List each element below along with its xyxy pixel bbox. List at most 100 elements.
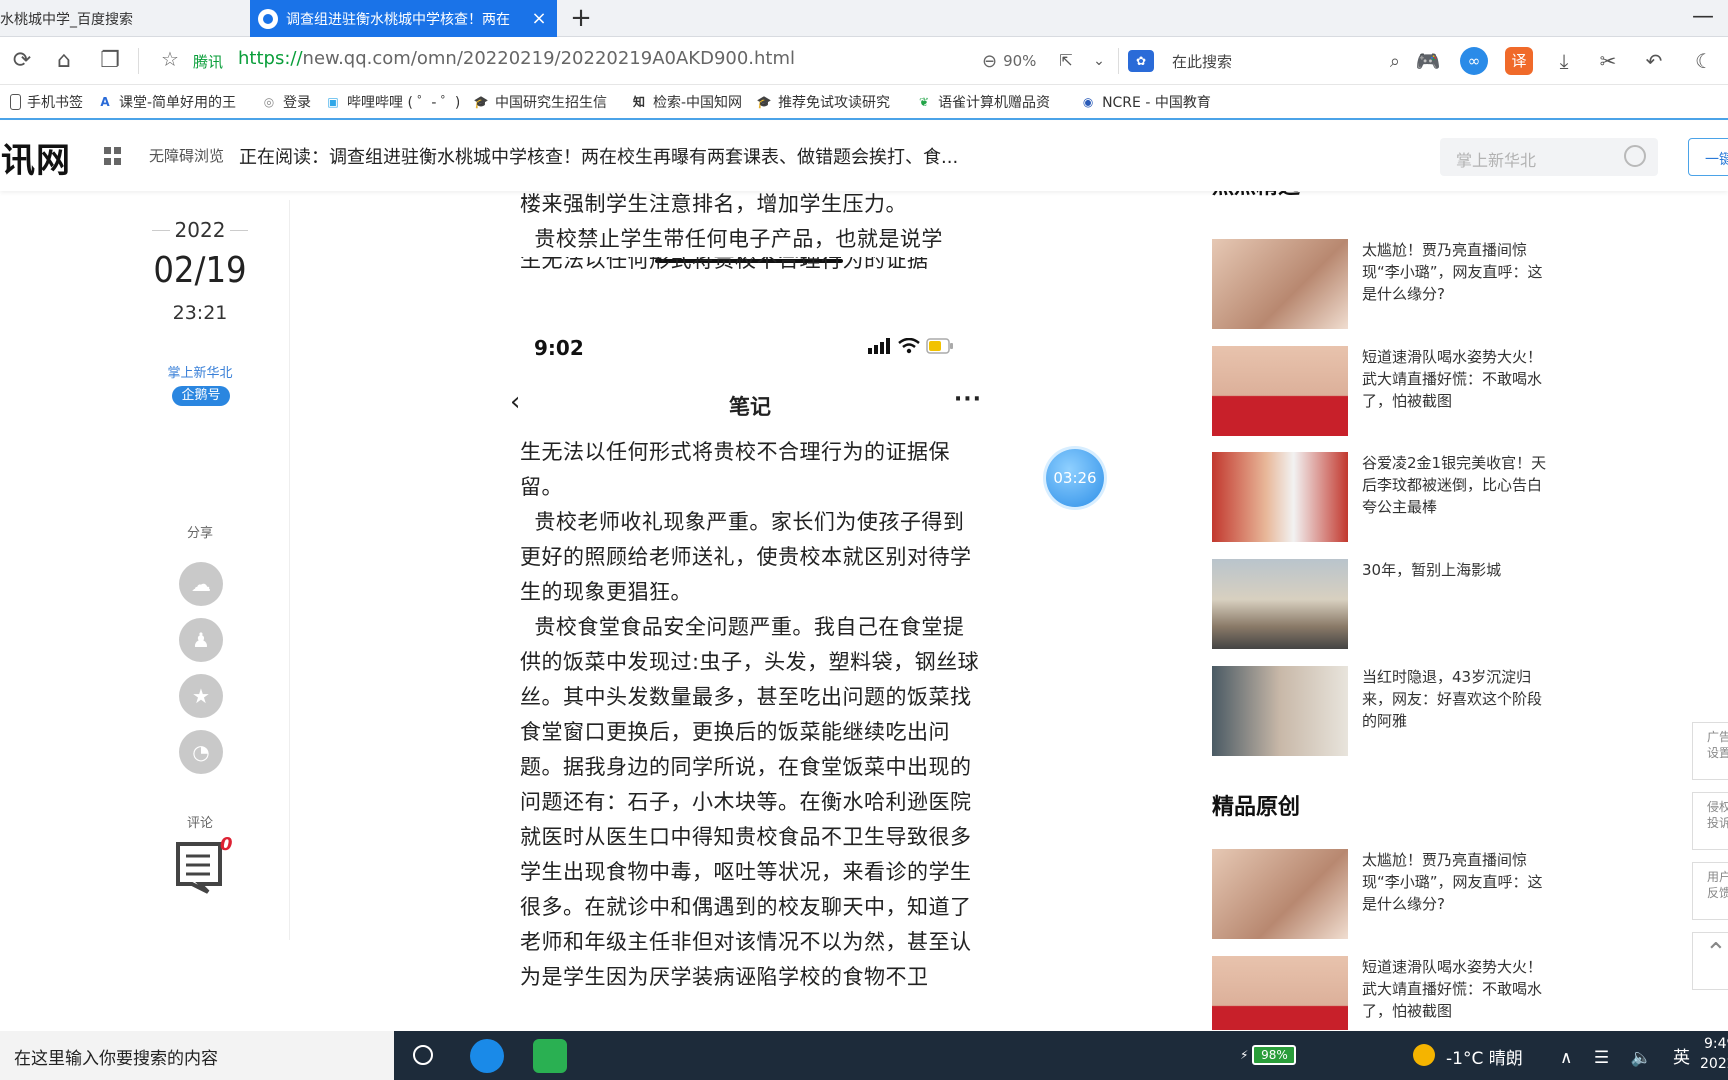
article-paragraph: 贵校食堂食品安全问题严重。我自己在食堂提供的饭菜中发现过:虫子，头发，塑料袋，钢… (520, 615, 980, 989)
game-icon[interactable]: 🎮 (1414, 47, 1442, 75)
header-button[interactable]: 一键 (1688, 138, 1728, 176)
qq-news-icon (258, 8, 278, 29)
article-meta: 2022 02/19 23:21 掌上新华北 企鹅号 分享 ☁ ♟ ★ ◔ 评论… (140, 200, 290, 940)
clock[interactable]: 9:49 2022/2 (1700, 1034, 1728, 1074)
globe-icon: ◎ (263, 94, 275, 109)
bookmark-item[interactable]: 知 检索-中国知网 (631, 92, 742, 112)
share-icon[interactable]: ⇱ (1052, 47, 1080, 75)
translate-icon[interactable]: 译 (1505, 47, 1533, 75)
bookmark-item[interactable]: 手机书签 (10, 92, 83, 112)
original-heading: 精品原创 (1212, 795, 1301, 820)
tab-article[interactable]: 调查组进驻衡水桃城中学核查！两在 × (250, 0, 557, 37)
header-search[interactable]: 掌上新华北 (1440, 138, 1658, 176)
paw-icon[interactable]: ✿ (1128, 50, 1154, 72)
more-icon: ··· (953, 387, 982, 412)
news-title[interactable]: 30年，暂别上海影城 (1362, 559, 1552, 581)
news-thumbnail[interactable] (1212, 956, 1348, 1030)
phone-nav-bar: ‹ 笔记 ··· (510, 387, 990, 427)
list-item[interactable]: 当红时隐退，43岁沉淀归来，网友：好喜欢这个阶段的阿雅 (1212, 666, 1552, 756)
news-title[interactable]: 太尴尬！贾乃亮直播间惊现“李小璐”，网友直呼：这是什么缘分? (1362, 239, 1552, 305)
battery-indicator[interactable]: ⚡ 98% (1240, 1045, 1297, 1065)
publish-year: 2022 (152, 218, 248, 242)
grid-menu-icon[interactable] (104, 147, 122, 165)
scissors-icon[interactable]: ✂ (1594, 47, 1622, 75)
news-title[interactable]: 短道速滑队喝水姿势大火！武大靖直播好慌：不敢喝水了，怕被截图 (1362, 346, 1552, 412)
qzone-star-icon[interactable]: ★ (179, 674, 223, 718)
bookmarks-bar: 手机书签 A 课堂-简单好用的王 ◎ 登录 ▣ 哔哩哔哩 ( ゜- ゜)つ 🎓 … (0, 85, 1728, 120)
tab-baidu-search[interactable]: 水桃城中学_百度搜索 (0, 0, 248, 37)
reader-icon[interactable]: ❐ (96, 47, 124, 75)
plug-icon: ⚡ (1240, 1048, 1249, 1062)
home-icon[interactable]: ⌂ (50, 47, 78, 75)
list-item[interactable]: 谷爱凌2金1银完美收官！天后李玟都被迷倒，比心告白夸公主最棒 (1212, 452, 1552, 542)
news-title[interactable]: 太尴尬！贾乃亮直播间惊现“李小璐”，网友直呼：这是什么缘分? (1362, 849, 1552, 915)
news-thumbnail[interactable] (1212, 239, 1348, 329)
feedback-button[interactable]: 用户反馈 (1692, 862, 1728, 920)
divider (1118, 48, 1119, 74)
close-icon[interactable]: × (527, 8, 551, 29)
sun-icon (1413, 1044, 1435, 1066)
news-thumbnail[interactable] (1212, 346, 1348, 436)
url-input[interactable]: https://new.qq.com/omn/20220219/20220219… (238, 48, 795, 69)
graduation-cap-icon: 🎓 (756, 94, 772, 109)
list-item[interactable]: 太尴尬！贾乃亮直播间惊现“李小璐”，网友直呼：这是什么缘分? (1212, 849, 1552, 939)
weather-widget[interactable]: -1°C 晴朗 (1446, 1044, 1523, 1069)
back-to-top-button[interactable]: ⌃ (1692, 932, 1728, 990)
refresh-icon[interactable]: ⟳ (8, 47, 36, 75)
bookmark-item[interactable]: A 课堂-简单好用的王 (97, 92, 247, 112)
report-button[interactable]: 侵权投诉 (1692, 792, 1728, 850)
accessibility-link[interactable]: 无障碍浏览 (149, 145, 224, 166)
browser-app-icon[interactable] (470, 1039, 504, 1073)
news-title[interactable]: 短道速滑队喝水姿势大火！武大靖直播好慌：不敢喝水了，怕被截图 (1362, 956, 1552, 1022)
tab-bar: 水桃城中学_百度搜索 调查组进驻衡水桃城中学核查！两在 × + — (0, 0, 1728, 37)
site-logo[interactable]: 腾讯网 (0, 133, 71, 182)
taskbar-search-input[interactable]: 在这里输入你要搜索的内容 (0, 1031, 394, 1080)
cortana-icon[interactable] (413, 1045, 433, 1065)
list-item[interactable]: 短道速滑队喝水姿势大火！武大靖直播好慌：不敢喝水了，怕被截图 (1212, 956, 1552, 1030)
wechat-icon[interactable]: ☁ (179, 562, 223, 606)
author-link[interactable]: 掌上新华北 (140, 362, 260, 381)
search-icon[interactable]: ⌕ (1390, 51, 1400, 72)
battery-icon (926, 338, 953, 354)
zoom-control[interactable]: ⊖ 90% (982, 47, 1036, 75)
search-icon[interactable] (1624, 145, 1646, 167)
search-input[interactable]: 在此搜索 (1172, 51, 1390, 72)
bookmark-item[interactable]: 🎓 推荐免试攻读研究 (756, 92, 902, 112)
list-item[interactable]: 短道速滑队喝水姿势大火！武大靖直播好慌：不敢喝水了，怕被截图 (1212, 346, 1552, 436)
bookmark-item[interactable]: ❦ 语雀计算机赠品资 (916, 92, 1066, 112)
system-tray[interactable]: ∧ ☰ 🔈 英 (1560, 1043, 1698, 1068)
undo-icon[interactable]: ↶ (1640, 47, 1668, 75)
news-title[interactable]: 当红时隐退，43岁沉淀归来，网友：好喜欢这个阶段的阿雅 (1362, 666, 1552, 732)
zoom-out-icon: ⊖ (982, 50, 998, 72)
bookmark-item[interactable]: ▣ 哔哩哔哩 ( ゜- ゜)つ (325, 92, 459, 112)
news-thumbnail[interactable] (1212, 666, 1348, 756)
phone-icon (10, 93, 21, 110)
reading-timer[interactable]: 03:26 (1046, 449, 1104, 507)
news-title[interactable]: 谷爱凌2金1银完美收官！天后李玟都被迷倒，比心告白夸公主最棒 (1362, 452, 1552, 518)
leaf-icon: ❦ (919, 94, 930, 109)
weibo-icon[interactable]: ◔ (179, 730, 223, 774)
bookmark-label: 手机书签 (27, 94, 83, 111)
download-icon[interactable]: ⤓ (1550, 47, 1578, 75)
news-thumbnail[interactable] (1212, 559, 1348, 649)
chevron-down-icon[interactable]: ⌄ (1085, 47, 1113, 75)
list-item[interactable]: 30年，暂别上海影城 (1212, 559, 1552, 649)
phone-status-bar: 9:02 (534, 336, 954, 366)
list-item[interactable]: 太尴尬！贾乃亮直播间惊现“李小璐”，网友直呼：这是什么缘分? (1212, 239, 1552, 329)
bookmark-star-icon[interactable]: ☆ (161, 47, 179, 71)
notes-app-icon[interactable] (533, 1039, 567, 1073)
search-box[interactable]: ✿ 在此搜索 ⌕ (1128, 44, 1400, 78)
minimize-button[interactable]: — (1688, 4, 1718, 34)
ad-settings-button[interactable]: 广告设置 (1692, 722, 1728, 780)
infinity-icon[interactable]: ∞ (1460, 47, 1488, 75)
author-badge[interactable]: 企鹅号 (172, 386, 230, 406)
bookmark-item[interactable]: 🎓 中国研究生招生信 (473, 92, 617, 112)
night-mode-icon[interactable]: ☾ (1690, 47, 1718, 75)
bookmark-item[interactable]: ◉ NCRE - 中国教育 (1080, 92, 1232, 112)
bookmark-item[interactable]: ◎ 登录 (261, 92, 311, 112)
news-thumbnail[interactable] (1212, 452, 1348, 542)
qq-icon[interactable]: ♟ (179, 618, 223, 662)
news-thumbnail[interactable] (1212, 849, 1348, 939)
new-tab-button[interactable]: + (566, 3, 596, 33)
header-search-input[interactable]: 掌上新华北 (1456, 147, 1536, 171)
